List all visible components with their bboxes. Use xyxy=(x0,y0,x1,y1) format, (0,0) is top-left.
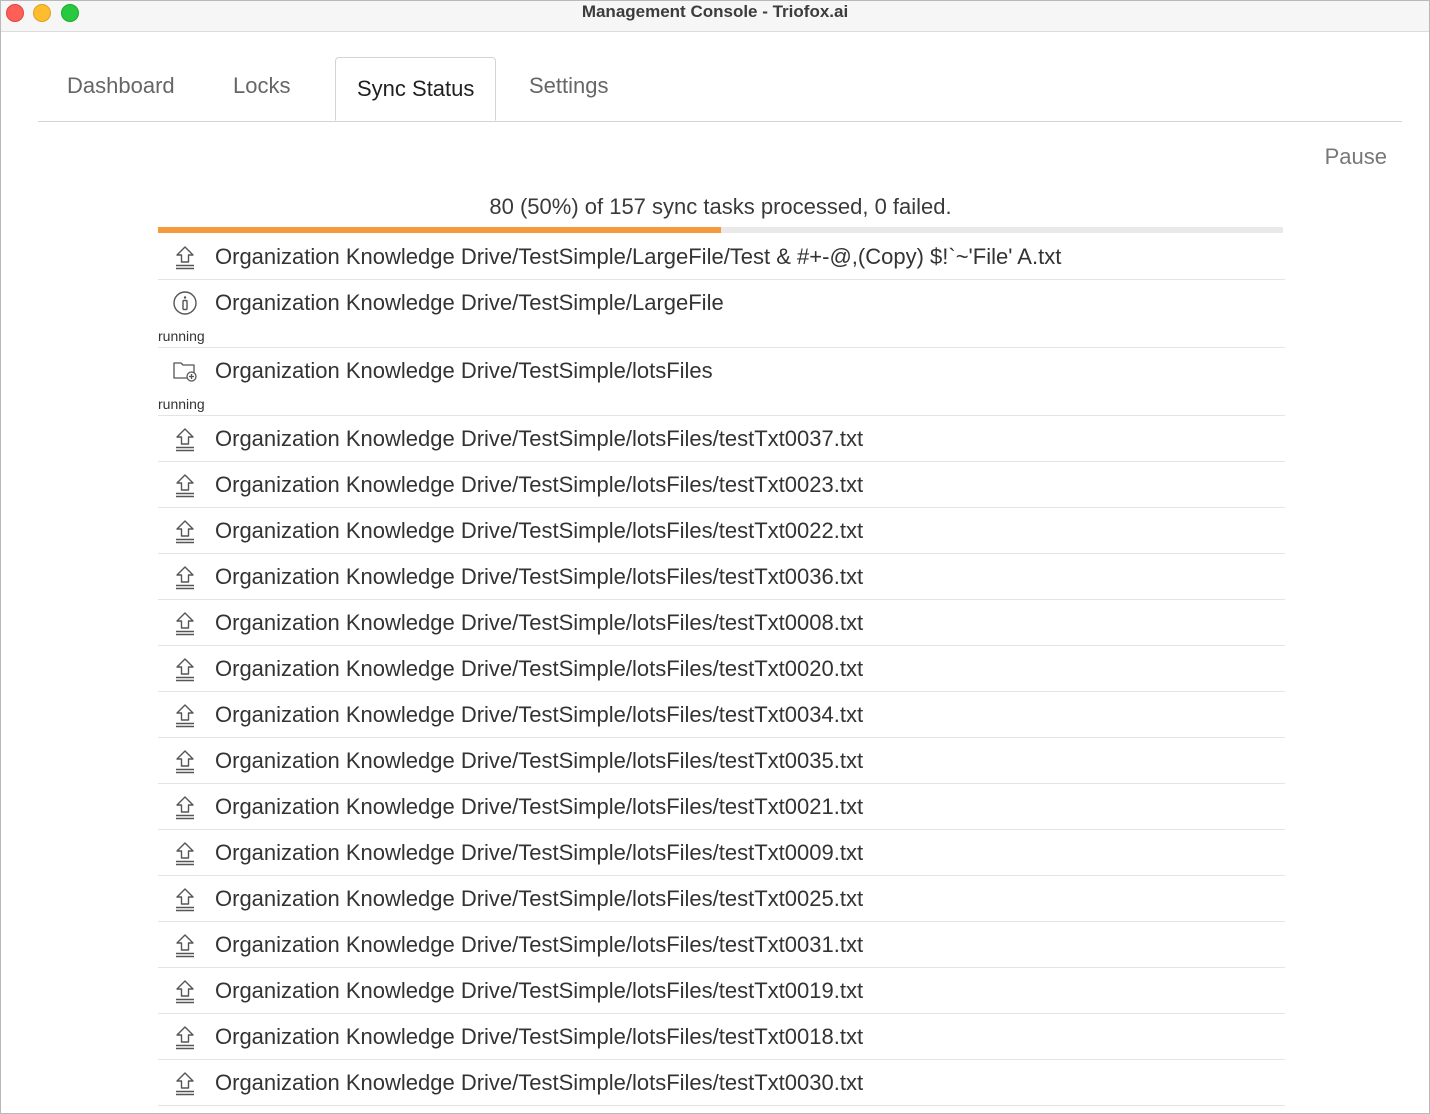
upload-icon xyxy=(172,978,198,1004)
upload-icon xyxy=(172,1024,198,1050)
upload-icon xyxy=(172,748,198,774)
sync-task-path: Organization Knowledge Drive/TestSimple/… xyxy=(215,978,864,1003)
sync-task-path: Organization Knowledge Drive/TestSimple/… xyxy=(215,656,864,681)
sync-task-path: Organization Knowledge Drive/TestSimple/… xyxy=(215,702,864,727)
folder-add-icon xyxy=(172,358,198,384)
upload-icon xyxy=(172,702,198,728)
sync-task-path: Organization Knowledge Drive/TestSimple/… xyxy=(215,426,864,451)
tab-locks[interactable]: Locks xyxy=(233,73,290,99)
upload-icon xyxy=(172,472,198,498)
sync-task-path: Organization Knowledge Drive/TestSimple/… xyxy=(215,358,713,383)
tab-sync-status[interactable]: Sync Status xyxy=(335,57,497,121)
upload-icon xyxy=(172,426,198,452)
sync-task-row[interactable]: Organization Knowledge Drive/TestSimple/… xyxy=(158,462,1285,508)
sync-task-row[interactable]: Organization Knowledge Drive/TestSimple/… xyxy=(158,280,1285,348)
upload-icon xyxy=(172,840,198,866)
app-window: Management Console - Triofox.ai Dashboar… xyxy=(0,0,1430,1114)
sync-task-row[interactable]: Organization Knowledge Drive/TestSimple/… xyxy=(158,234,1285,280)
title-bar: Management Console - Triofox.ai xyxy=(1,1,1429,32)
upload-icon xyxy=(172,610,198,636)
sync-progress-fill xyxy=(158,227,721,233)
sync-task-path: Organization Knowledge Drive/TestSimple/… xyxy=(215,290,724,315)
tab-bar-divider xyxy=(38,121,1402,122)
window-title: Management Console - Triofox.ai xyxy=(581,2,849,21)
sync-task-path: Organization Knowledge Drive/TestSimple/… xyxy=(215,564,864,589)
sync-task-path: Organization Knowledge Drive/TestSimple/… xyxy=(215,794,864,819)
sync-task-row[interactable]: Organization Knowledge Drive/TestSimple/… xyxy=(158,508,1285,554)
tab-dashboard[interactable]: Dashboard xyxy=(67,73,175,99)
upload-icon xyxy=(172,564,198,590)
upload-icon xyxy=(172,518,198,544)
sync-task-path: Organization Knowledge Drive/TestSimple/… xyxy=(215,472,864,497)
sync-task-row[interactable]: Organization Knowledge Drive/TestSimple/… xyxy=(158,692,1285,738)
upload-icon xyxy=(172,656,198,682)
sync-task-row[interactable]: Organization Knowledge Drive/TestSimple/… xyxy=(158,646,1285,692)
sync-task-row[interactable]: Organization Knowledge Drive/TestSimple/… xyxy=(158,348,1285,416)
sync-task-row[interactable]: Organization Knowledge Drive/TestSimple/… xyxy=(158,968,1285,1014)
upload-icon xyxy=(172,244,198,270)
sync-progress-bar xyxy=(158,227,1283,233)
tab-settings[interactable]: Settings xyxy=(529,73,609,99)
sync-task-row[interactable]: Organization Knowledge Drive/TestSimple/… xyxy=(158,784,1285,830)
sync-task-path: Organization Knowledge Drive/TestSimple/… xyxy=(215,886,864,911)
sync-task-row[interactable]: Organization Knowledge Drive/TestSimple/… xyxy=(158,922,1285,968)
sync-task-row[interactable]: Organization Knowledge Drive/TestSimple/… xyxy=(158,416,1285,462)
upload-icon xyxy=(172,886,198,912)
sync-task-path: Organization Knowledge Drive/TestSimple/… xyxy=(215,244,1062,269)
sync-task-row[interactable]: Organization Knowledge Drive/TestSimple/… xyxy=(158,830,1285,876)
sync-task-row[interactable]: Organization Knowledge Drive/TestSimple/… xyxy=(158,738,1285,784)
sync-summary: 80 (50%) of 157 sync tasks processed, 0 … xyxy=(489,194,952,219)
sync-task-path: Organization Knowledge Drive/TestSimple/… xyxy=(215,1024,864,1049)
sync-task-row[interactable]: Organization Knowledge Drive/TestSimple/… xyxy=(158,1060,1285,1106)
sync-task-path: Organization Knowledge Drive/TestSimple/… xyxy=(215,932,864,957)
upload-icon xyxy=(172,794,198,820)
sync-task-list[interactable]: Organization Knowledge Drive/TestSimple/… xyxy=(158,234,1285,1106)
sync-task-path: Organization Knowledge Drive/TestSimple/… xyxy=(215,518,864,543)
sync-task-path: Organization Knowledge Drive/TestSimple/… xyxy=(215,1070,864,1095)
upload-icon xyxy=(172,1070,198,1096)
sync-task-status: running xyxy=(158,396,205,412)
sync-task-path: Organization Knowledge Drive/TestSimple/… xyxy=(215,748,864,773)
sync-task-status: running xyxy=(158,328,205,344)
sync-task-path: Organization Knowledge Drive/TestSimple/… xyxy=(215,840,864,865)
sync-task-path: Organization Knowledge Drive/TestSimple/… xyxy=(215,610,864,635)
upload-icon xyxy=(172,932,198,958)
info-icon xyxy=(172,290,198,316)
sync-task-row[interactable]: Organization Knowledge Drive/TestSimple/… xyxy=(158,554,1285,600)
sync-task-row[interactable]: Organization Knowledge Drive/TestSimple/… xyxy=(158,876,1285,922)
sync-task-row[interactable]: Organization Knowledge Drive/TestSimple/… xyxy=(158,1014,1285,1060)
sync-task-row[interactable]: Organization Knowledge Drive/TestSimple/… xyxy=(158,600,1285,646)
pause-button[interactable]: Pause xyxy=(1325,144,1387,170)
